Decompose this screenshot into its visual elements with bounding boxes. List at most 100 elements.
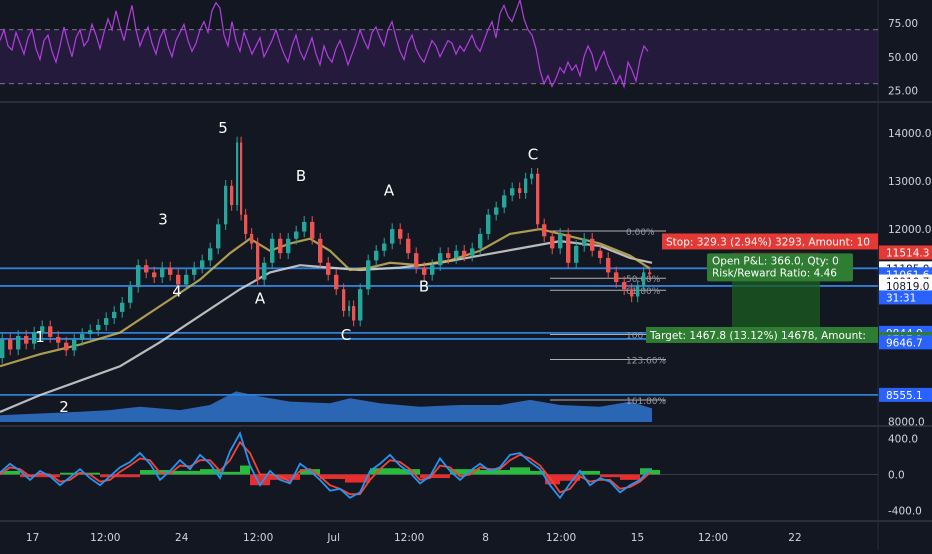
candle-body (606, 257, 611, 273)
candle-body (622, 282, 627, 290)
candle-body (152, 272, 157, 278)
time-tick-label: 17 (26, 532, 39, 544)
rsi-tick-label: 50.00 (888, 52, 918, 64)
candle-body (454, 250, 459, 258)
price-tick-label: 12000.0 (888, 224, 931, 236)
candle-body (256, 243, 260, 280)
histogram-bar (652, 470, 660, 475)
candle-body (262, 262, 267, 280)
wave-label: 1 (35, 328, 45, 346)
candle-body (478, 233, 483, 249)
time-tick-label: 12:00 (394, 532, 424, 544)
candle-body (72, 339, 77, 351)
candle-body (160, 267, 165, 278)
time-tick-label: 12:00 (90, 532, 120, 544)
candle-body (438, 253, 443, 266)
candle-body (200, 260, 205, 268)
histogram-bar (480, 470, 510, 475)
candle-body (56, 336, 61, 343)
time-tick-label: Jul (326, 532, 340, 544)
candle-body (414, 253, 419, 268)
histogram-bar (240, 465, 250, 475)
candle-body (192, 267, 197, 275)
histogram-bar (320, 474, 345, 479)
candle-body (216, 224, 221, 249)
oscillator-tick-label: -400.0 (888, 505, 922, 517)
candle-body (470, 248, 475, 256)
price-tick-label: 8000.0 (888, 417, 925, 429)
candle-body (374, 250, 379, 261)
oscillator-tick-label: 0.0 (888, 470, 905, 482)
wave-label: C (528, 145, 538, 163)
candle-body (286, 238, 291, 254)
candle-body (510, 188, 515, 196)
candle-body (112, 311, 117, 319)
candle-body (208, 248, 213, 261)
candle-body (302, 221, 307, 232)
candle-body (648, 272, 652, 275)
candle-body (104, 318, 109, 325)
wave-label: B (296, 167, 306, 185)
time-tick-label: 12:00 (546, 532, 576, 544)
wave-label: 3 (158, 210, 168, 228)
candle-body (566, 233, 571, 263)
candle-body (240, 142, 243, 215)
candle-body (530, 173, 534, 179)
candle-body (250, 233, 254, 244)
candle-body (494, 207, 499, 215)
time-tick-label: 12:00 (698, 532, 728, 544)
wave-label: 5 (218, 119, 228, 137)
candle-body (310, 221, 315, 239)
wave-label: A (384, 181, 395, 199)
candle-body (590, 238, 595, 251)
rsi-band (0, 29, 878, 84)
wave-label: B (419, 278, 429, 296)
candle-body (550, 236, 555, 249)
candle-body (80, 334, 85, 340)
candle-body (486, 214, 491, 234)
candle-body (348, 306, 351, 311)
chart-canvas[interactable]: 75.0050.0025.000.00%50.00%61.80%100123.6… (0, 0, 932, 550)
histogram-bar (370, 468, 400, 475)
histogram-bar (420, 474, 450, 479)
candle-body (96, 324, 101, 331)
time-tick-label: 22 (788, 532, 801, 544)
candle-body (430, 265, 435, 275)
fib-level-label: 100 (626, 331, 643, 341)
wave-label: 2 (59, 398, 69, 416)
candle-body (422, 267, 427, 275)
candle-body (128, 286, 133, 303)
histogram-bar (510, 467, 530, 475)
candle-body (24, 335, 29, 344)
wave-label: A (255, 290, 266, 308)
candle-body (270, 238, 275, 263)
candle-body (352, 306, 356, 321)
fib-level-label: 161.80% (626, 397, 666, 407)
candle-body (120, 302, 125, 312)
pnl-text: Open P&L: 366.0, Qty: 0 (712, 255, 839, 267)
candle-body (524, 178, 528, 194)
candle-body (244, 214, 248, 234)
candle-body (446, 253, 451, 258)
candle-body (334, 274, 339, 290)
candle-body (462, 250, 467, 256)
candle-body (390, 229, 395, 244)
candle-body (144, 265, 149, 273)
price-badge-label: 11514.3 (886, 247, 929, 259)
candle-body (236, 142, 239, 206)
price-tick-label: 14000.0 (888, 128, 931, 140)
candle-body (502, 195, 507, 208)
candle-body (558, 233, 563, 249)
oscillator-tick-label: 400.0 (888, 434, 918, 446)
candle-body (48, 326, 53, 337)
time-tick-label: 12:00 (243, 532, 273, 544)
target-label: Target: 1467.8 (13.12%) 14678, Amount: (649, 330, 866, 342)
candle-body (64, 342, 69, 351)
candle-body (88, 330, 93, 335)
pnl-text: Risk/Reward Ratio: 4.46 (712, 267, 837, 279)
candle-body (358, 289, 363, 321)
time-tick-label: 15 (631, 532, 644, 544)
histogram-bar (620, 474, 640, 480)
candle-body (406, 238, 411, 254)
trading-chart[interactable]: 75.0050.0025.000.00%50.00%61.80%100123.6… (0, 0, 932, 550)
